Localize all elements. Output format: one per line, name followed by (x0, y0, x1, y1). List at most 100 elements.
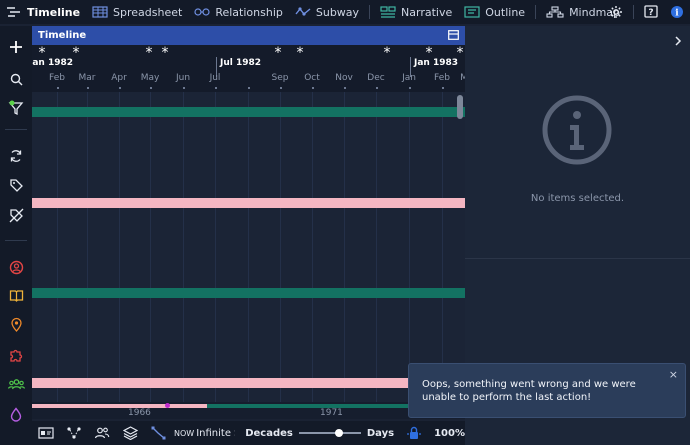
subway-icon (295, 7, 311, 16)
timeline-track-bar[interactable] (32, 198, 465, 208)
event-marker[interactable]: * (146, 45, 153, 61)
connections-button[interactable] (60, 421, 88, 445)
card-view-button[interactable] (32, 421, 60, 445)
tab-spreadsheet[interactable]: Spreadsheet (86, 0, 188, 24)
info-circle-icon (542, 95, 612, 165)
month-tick (57, 87, 59, 89)
zoom-slider-handle[interactable] (334, 429, 343, 437)
grid-line (87, 92, 88, 402)
nav-divider (633, 5, 634, 19)
grid-line (312, 92, 313, 402)
zoom-slider[interactable] (298, 421, 361, 445)
tab-relationship[interactable]: Relationship (188, 0, 289, 24)
grid-line (376, 92, 377, 402)
outline-icon (464, 6, 480, 18)
toast-close-button[interactable]: × (669, 368, 678, 381)
month-label: Feb (49, 73, 65, 83)
month-label: Nov (335, 73, 353, 83)
group-icon (7, 378, 25, 389)
tag-remove-button[interactable] (5, 204, 27, 226)
month-tick (150, 87, 152, 89)
refresh-button[interactable] (5, 145, 27, 167)
add-button[interactable] (5, 36, 27, 58)
books-button[interactable] (5, 284, 27, 306)
event-marker[interactable]: * (275, 45, 282, 61)
tab-label: Subway (315, 5, 360, 19)
narrative-icon (380, 6, 396, 18)
spreadsheet-icon (92, 6, 108, 18)
groups-button[interactable] (5, 373, 27, 395)
month-tick (119, 87, 121, 89)
grid-line (57, 92, 58, 402)
toolbar-divider (5, 240, 27, 241)
nav-divider (535, 5, 537, 19)
event-marker[interactable]: * (297, 45, 304, 61)
nav-right-icons: ? i (603, 0, 690, 24)
chevron-right-icon[interactable] (674, 36, 682, 46)
zoom-min-label: Decades (245, 427, 293, 439)
layers-button[interactable] (116, 421, 144, 445)
settings-button[interactable] (603, 0, 629, 24)
tab-outline[interactable]: Outline (458, 0, 531, 24)
toolbar-divider (5, 129, 27, 130)
plotlines-button[interactable] (5, 343, 27, 365)
timeline-grid[interactable] (32, 92, 465, 402)
tab-subway[interactable]: Subway (289, 0, 365, 24)
nav-divider (369, 5, 371, 19)
subway-icon (151, 426, 165, 440)
overview-year-label: 1971 (320, 408, 343, 418)
lock-zoom-button[interactable] (400, 421, 428, 445)
gear-icon (610, 6, 622, 18)
timeline-icon (7, 7, 20, 17)
info-button[interactable]: i (664, 0, 690, 24)
characters-button[interactable] (5, 256, 27, 278)
tag-button[interactable] (5, 174, 27, 196)
zoom-percent[interactable]: 100% (434, 428, 465, 439)
grid-line (409, 92, 410, 402)
tab-narrative[interactable]: Narrative (374, 0, 458, 24)
event-marker[interactable]: * (73, 45, 80, 61)
timeline-ruler[interactable]: * * * * * * * * * Jan 1982 Jul 1982 Jan … (32, 45, 465, 92)
tag-icon (9, 178, 23, 192)
tab-timeline[interactable]: Timeline (0, 0, 86, 24)
people-button[interactable] (88, 421, 116, 445)
panel-divider (465, 258, 690, 259)
info-icon: i (671, 6, 683, 19)
timeline-overview[interactable]: 1966 1971 (32, 402, 465, 419)
filter-icon (8, 100, 24, 116)
toast-message: Oops, something went wrong and we were u… (422, 379, 636, 403)
id-card-icon (38, 427, 54, 439)
maximize-icon[interactable] (448, 30, 459, 40)
vertical-scrollbar[interactable] (457, 95, 463, 119)
timeline-track-bar[interactable] (32, 107, 465, 117)
filter-button[interactable] (5, 97, 27, 119)
infinite-scroll-toggle[interactable]: Infinite Scro (196, 428, 235, 439)
puzzle-icon (9, 349, 22, 362)
help-button[interactable]: ? (638, 0, 664, 24)
style-button[interactable] (5, 403, 27, 425)
event-marker[interactable]: * (384, 45, 391, 61)
refresh-icon (10, 150, 22, 162)
event-marker[interactable]: * (162, 45, 169, 61)
grid-line (119, 92, 120, 402)
grid-line (344, 92, 345, 402)
now-button[interactable]: NOW (174, 429, 194, 438)
error-toast[interactable]: Oops, something went wrong and we were u… (408, 363, 686, 418)
search-icon (10, 73, 22, 85)
timeline-track-bar[interactable] (32, 378, 465, 388)
month-tick (376, 87, 378, 89)
overview-range[interactable] (32, 404, 207, 408)
empty-selection-text: No items selected. (530, 193, 625, 204)
month-label: May (140, 73, 160, 83)
month-label: Oct (304, 73, 320, 83)
tab-label: Relationship (215, 5, 283, 19)
month-label: Mar (78, 73, 96, 83)
month-tick (312, 87, 314, 89)
locations-button[interactable] (5, 313, 27, 335)
timeline-track-bar[interactable] (32, 288, 465, 298)
month-tick (344, 87, 346, 89)
timeline-bottom-bar: NOW Infinite Scro Decades Days 100% (32, 421, 465, 445)
subway-view-button[interactable] (144, 421, 172, 445)
year-label: Jul 1982 (220, 58, 262, 68)
search-button[interactable] (5, 68, 27, 90)
